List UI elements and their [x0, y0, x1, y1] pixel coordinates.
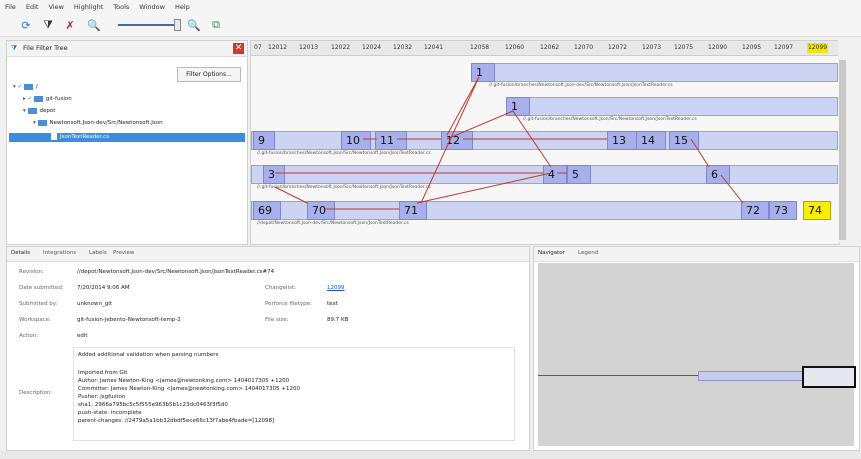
tab-legend[interactable]: Legend	[578, 250, 598, 256]
status-bar	[0, 451, 861, 459]
menu-view[interactable]: View	[43, 0, 68, 14]
graph-scrollbar-thumb[interactable]	[839, 60, 846, 240]
description-line: sha1: 2966a795bc5c5f555e963b5b1c23dc0463…	[78, 402, 228, 408]
tab-preview[interactable]: Preview	[113, 250, 134, 256]
tree-item-root[interactable]: ▾ ✓ /	[13, 83, 38, 92]
integration-arrows	[274, 76, 744, 210]
submitted-by-label: Submitted by:	[19, 301, 58, 307]
description-line: parent-changes: //2479a5a1bb32dbdf5ece66…	[78, 418, 275, 424]
description-line: Committer: James Newton-King <james@newt…	[78, 386, 300, 392]
folder-icon	[27, 107, 37, 114]
filter-tree-icon: ⧩	[11, 44, 18, 52]
file-filter-header: ⧩ File Filter Tree ✕	[7, 41, 247, 57]
description-line: push-state: incomplete	[78, 410, 142, 416]
workspace-label: Workspace:	[19, 317, 51, 323]
menu-help[interactable]: Help	[170, 0, 195, 14]
description-box[interactable]: Added additional validation when parsing…	[73, 347, 515, 441]
description-label: Description:	[19, 390, 53, 396]
file-size-value: 89.7 KB	[327, 317, 349, 323]
filter-icon[interactable]: ⧩	[40, 17, 56, 33]
refresh-icon[interactable]: ⟳	[18, 17, 34, 33]
details-tabs: Details Integrations Labels Preview	[7, 247, 529, 262]
file-size-label: File size:	[265, 317, 289, 323]
submitted-by-value: unknown_git	[77, 301, 112, 307]
changelist-label: Changelist:	[265, 285, 296, 291]
tab-details[interactable]: Details	[11, 250, 30, 256]
tree-item-jsontextreader[interactable]: JsonTextReader.cs	[51, 133, 109, 142]
fit-icon[interactable]: ⧉	[208, 17, 224, 33]
file-filter-title: File Filter Tree	[23, 44, 68, 52]
navigator-viewport[interactable]	[802, 366, 856, 388]
file-filter-panel: ⧩ File Filter Tree ✕ Filter Options... ▾…	[6, 40, 248, 245]
date-value: 7/20/2014 9:06 AM	[77, 285, 130, 291]
workspace-value: git-fusion-jebento-Newtonsoft-temp-2	[77, 317, 181, 323]
zoom-slider[interactable]	[118, 24, 180, 26]
tree-item-git-fusion[interactable]: ▸ ✓ git-fusion	[23, 95, 72, 104]
menu-window[interactable]: Window	[134, 0, 170, 14]
navigator-tabs: Navigator Legend	[534, 247, 859, 262]
description-line: Author: James Newton-King <james@newtonk…	[78, 378, 290, 384]
navigator-panel: Navigator Legend	[533, 246, 860, 451]
close-icon[interactable]: ✕	[233, 43, 244, 54]
zoom-out-icon[interactable]: 🔍	[86, 17, 102, 33]
navigator-overview[interactable]	[538, 263, 856, 446]
revision-value: //depot/Newtonsoft.Json-dev/Src/Newtonso…	[77, 269, 275, 275]
filetype-label: Perforce filetype:	[265, 301, 312, 307]
tree-item-newtonsoft[interactable]: ▾ Newtonsoft.Json-dev/Src/Newtonsoft.Jso…	[33, 119, 163, 128]
date-label: Date submitted:	[19, 285, 64, 291]
action-value: edit	[77, 333, 88, 339]
toolbar: ⟳ ⧩ ✗ 🔍 🔍 ⧉	[0, 14, 861, 37]
navigator-graph-mini	[698, 371, 804, 381]
folder-icon	[37, 119, 47, 126]
zoom-in-icon[interactable]: 🔍	[186, 17, 202, 33]
filter-options-button[interactable]: Filter Options...	[177, 67, 241, 82]
description-line: Added additional validation when parsing…	[78, 352, 219, 358]
tab-labels[interactable]: Labels	[89, 250, 107, 256]
revision-label: Revision:	[19, 269, 44, 275]
menu-bar: File Edit View Highlight Tools Window Help	[0, 0, 861, 14]
clear-filter-icon[interactable]: ✗	[62, 17, 78, 33]
description-line: Pusher: jsgfuston	[78, 394, 126, 400]
changelist-link[interactable]: 12099	[327, 285, 345, 291]
graph-scrollbar[interactable]	[838, 40, 847, 243]
tree-item-depot[interactable]: ▾ depot	[23, 107, 55, 116]
zoom-slider-thumb[interactable]	[174, 19, 181, 31]
tree-selection-highlight	[9, 133, 245, 142]
menu-highlight[interactable]: Highlight	[69, 0, 108, 14]
folder-icon	[23, 83, 33, 90]
description-line: Imported from Git	[78, 370, 128, 376]
tab-navigator[interactable]: Navigator	[538, 250, 565, 256]
details-panel: Details Integrations Labels Preview Revi…	[6, 246, 530, 451]
menu-tools[interactable]: Tools	[108, 0, 134, 14]
revision-graph: 07 12012 12013 12022 12024 12032 12041 1…	[250, 40, 840, 245]
file-icon	[51, 133, 57, 140]
filetype-value: text	[327, 301, 338, 307]
menu-file[interactable]: File	[0, 0, 21, 14]
menu-edit[interactable]: Edit	[21, 0, 44, 14]
tab-integrations[interactable]: Integrations	[43, 250, 76, 256]
folder-icon	[33, 95, 43, 102]
action-label: Action:	[19, 333, 39, 339]
